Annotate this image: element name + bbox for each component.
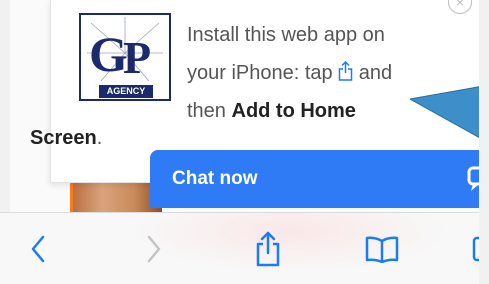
period: . [96, 127, 103, 149]
install-line-4: Screen. [30, 127, 102, 150]
chat-now-label: Chat now [172, 168, 258, 189]
logo-agency-text: AGENCY [99, 85, 153, 98]
forward-chevron-icon [147, 235, 161, 263]
add-to-home-text: Add to Home [231, 100, 356, 122]
close-icon[interactable]: × [448, 0, 472, 14]
share-button[interactable] [248, 229, 288, 269]
bookmarks-icon [365, 236, 399, 263]
forward-button[interactable] [134, 229, 174, 269]
screen-text: Screen [30, 127, 97, 149]
install-line-2-prefix: your iPhone: tap [187, 62, 333, 84]
safari-screen: × G P AGENCY Install this web app on you… [0, 0, 489, 284]
share-icon [256, 231, 280, 267]
gp-agency-logo: G P AGENCY [79, 13, 171, 101]
callout-arrow-icon [410, 85, 489, 143]
install-line-2-suffix: and [358, 62, 393, 84]
share-icon [338, 61, 353, 81]
install-line-1: Install this web app on [187, 24, 385, 46]
install-line-3-prefix: then [187, 100, 226, 122]
right-border [479, 0, 489, 284]
chat-now-bar[interactable]: Chat now [150, 150, 489, 208]
back-button[interactable] [18, 229, 58, 269]
safari-toolbar [0, 212, 489, 284]
back-chevron-icon [31, 235, 45, 263]
bookmarks-button[interactable] [362, 229, 402, 269]
page-photo [70, 180, 162, 212]
svg-text:P: P [123, 32, 151, 83]
